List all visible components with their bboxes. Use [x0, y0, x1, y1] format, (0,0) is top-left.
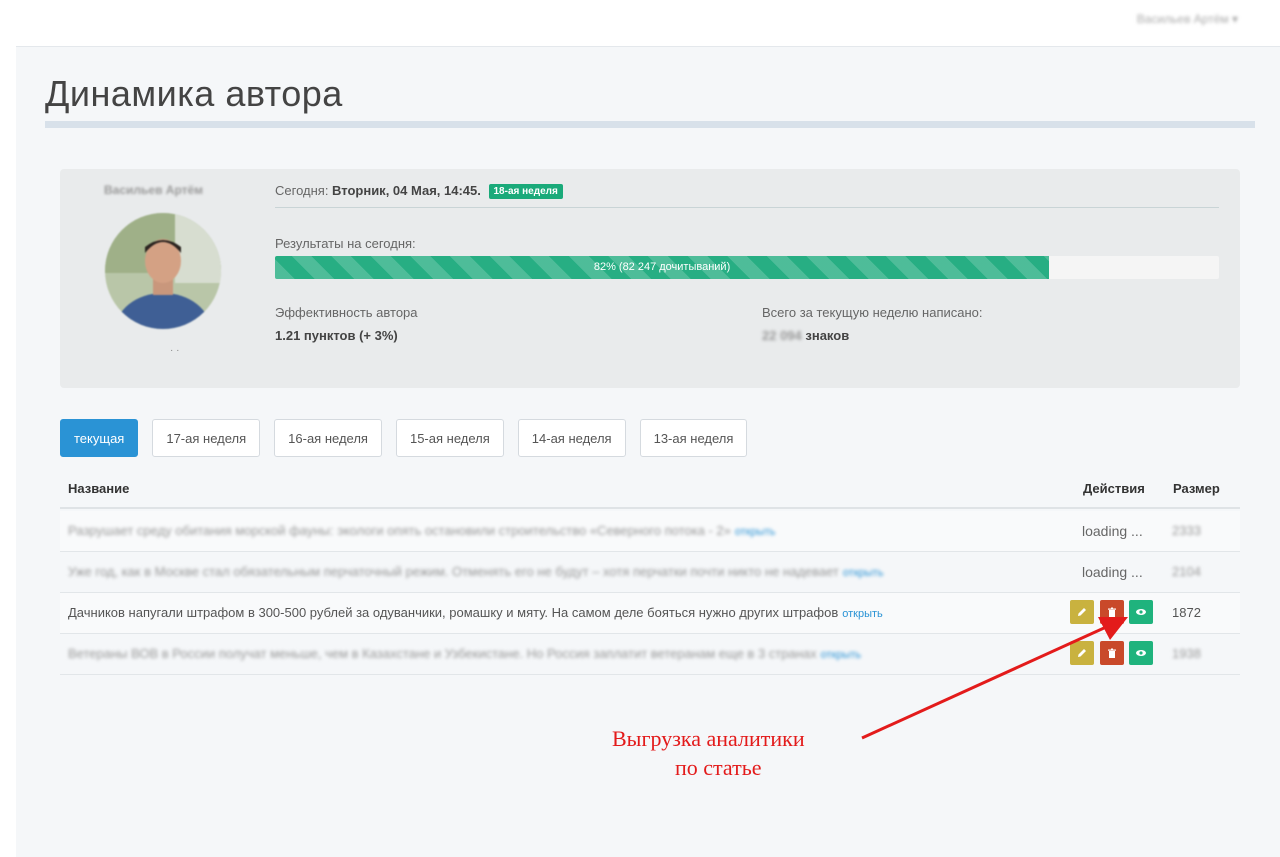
tab-week-13[interactable]: 13-ая неделя	[639, 419, 748, 457]
delete-button[interactable]	[1100, 600, 1124, 624]
open-link[interactable]: открыть	[843, 567, 884, 579]
tab-week-16[interactable]: 16-ая неделя	[274, 419, 382, 457]
article-size: 1938	[1172, 646, 1201, 661]
today-date: Вторник, 04 Мая, 14:45.	[332, 183, 481, 198]
efficiency-value: 1.21 пунктов (+ 3%)	[275, 328, 398, 343]
avatar-caption: · ·	[170, 345, 180, 356]
article-title: Разрушает среду обитания морской фауны: …	[68, 523, 776, 538]
open-link[interactable]: открыть	[735, 526, 776, 538]
panel-divider	[275, 207, 1219, 208]
open-link[interactable]: открыть	[842, 608, 883, 620]
today-line: Сегодня: Вторник, 04 Мая, 14:45. 18-ая н…	[275, 183, 563, 199]
week-written-unit: знаков	[801, 328, 850, 343]
today-prefix: Сегодня:	[275, 183, 333, 198]
view-analytics-button[interactable]	[1129, 600, 1153, 624]
column-header-actions: Действия	[1083, 481, 1145, 496]
tab-week-15[interactable]: 15-ая неделя	[395, 419, 504, 457]
title-divider	[45, 121, 1255, 128]
tab-current[interactable]: текущая	[60, 419, 139, 457]
table-row: Дачников напугали штрафом в 300-500 рубл…	[60, 593, 1240, 634]
annotation-line-1: Выгрузка аналитики	[612, 726, 805, 751]
article-size: 1872	[1172, 605, 1201, 620]
top-bar: Васильев Артём ▾	[0, 0, 1280, 44]
article-title: Уже год, как в Москве стал обязательным …	[68, 564, 884, 579]
pencil-icon	[1078, 608, 1086, 616]
article-title: Дачников напугали штрафом в 300-500 рубл…	[68, 605, 883, 620]
article-title: Ветераны ВОВ в России получат меньше, че…	[68, 646, 862, 661]
week-written-number: 22 094	[762, 328, 802, 343]
edit-button[interactable]	[1070, 600, 1094, 624]
week-written-label: Всего за текущую неделю написано:	[762, 305, 983, 320]
article-size: 2104	[1172, 564, 1201, 579]
author-name: Васильев Артём	[104, 183, 204, 197]
annotation-line-2: по статье	[675, 755, 762, 780]
efficiency-label: Эффективность автора	[275, 305, 418, 320]
table-row: Разрушает среду обитания морской фауны: …	[60, 511, 1240, 552]
table-row: Уже год, как в Москве стал обязательным …	[60, 552, 1240, 593]
week-badge: 18-ая неделя	[488, 184, 563, 199]
table-row: Ветераны ВОВ в России получат меньше, че…	[60, 634, 1240, 675]
delete-button[interactable]	[1100, 641, 1124, 665]
tab-week-17[interactable]: 17-ая неделя	[152, 419, 261, 457]
week-written-value: 22 094 знаков	[762, 328, 849, 343]
column-header-size: Размер	[1173, 481, 1220, 496]
loading-status: loading ...	[1082, 564, 1143, 580]
avatar	[105, 213, 221, 329]
user-menu[interactable]: Васильев Артём ▾	[1137, 12, 1238, 26]
edit-button[interactable]	[1070, 641, 1094, 665]
week-tabs: текущая 17-ая неделя 16-ая неделя 15-ая …	[60, 419, 748, 457]
article-size: 2333	[1172, 523, 1201, 538]
column-header-name: Название	[68, 481, 130, 496]
trash-icon	[1108, 607, 1116, 617]
progress-fill: 82% (82 247 дочитываний)	[275, 256, 1050, 279]
view-analytics-button[interactable]	[1129, 641, 1153, 665]
author-panel: Васильев Артём · · Сегодня: Вторник, 04 …	[60, 169, 1240, 388]
loading-status: loading ...	[1082, 523, 1143, 539]
results-label: Результаты на сегодня:	[275, 236, 416, 251]
tab-week-14[interactable]: 14-ая неделя	[517, 419, 626, 457]
pencil-icon	[1078, 649, 1086, 657]
trash-icon	[1108, 648, 1116, 658]
annotation-label: Выгрузка аналитики по статье	[612, 724, 842, 782]
open-link[interactable]: открыть	[821, 649, 862, 661]
table-header: Название Действия Размер	[60, 479, 1240, 509]
progress-bar: 82% (82 247 дочитываний)	[275, 256, 1219, 279]
eye-icon	[1136, 650, 1146, 656]
eye-icon	[1136, 609, 1146, 615]
page-title: Динамика автора	[45, 73, 343, 114]
